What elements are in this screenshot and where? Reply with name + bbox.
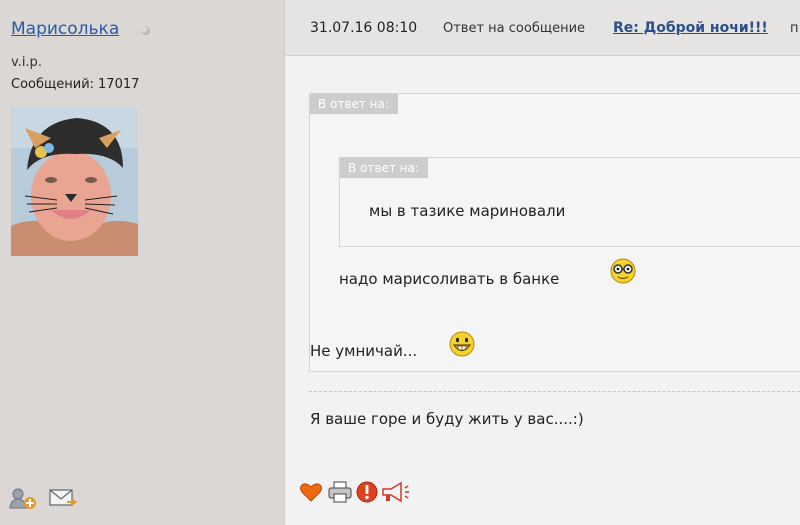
quote-outer-text: надо марисоливать в банке bbox=[339, 270, 560, 288]
message-line-1: Не умничай... bbox=[310, 342, 418, 360]
quote-label-inner: В ответ на: bbox=[340, 158, 428, 178]
thread-link[interactable]: Re: Доброй ночи!!! bbox=[613, 20, 768, 36]
user-sidebar: Марисолька v.i.p. Сообщений: 17017 bbox=[0, 0, 285, 525]
quote-block-inner: В ответ на: мы в тазике мариновали bbox=[339, 157, 800, 247]
user-rank: v.i.p. bbox=[11, 55, 42, 70]
add-friend-icon[interactable] bbox=[9, 487, 37, 511]
post-count-label: Сообщений: bbox=[11, 77, 95, 92]
quote-label: В ответ на: bbox=[310, 94, 398, 114]
online-status-icon bbox=[141, 26, 150, 35]
post-date: 31.07.16 08:10 bbox=[310, 20, 418, 36]
reply-prefix: Ответ на сообщение bbox=[443, 21, 586, 36]
megaphone-icon[interactable] bbox=[381, 480, 411, 504]
report-icon[interactable] bbox=[355, 480, 379, 504]
private-message-icon[interactable] bbox=[49, 487, 78, 511]
quote-block-outer: В ответ на: В ответ на: мы в тазике мари… bbox=[309, 93, 800, 372]
post-count-value: 17017 bbox=[98, 77, 140, 92]
print-icon[interactable] bbox=[327, 480, 353, 504]
post-count: Сообщений: 17017 bbox=[11, 77, 139, 92]
nerd-smiley-icon bbox=[608, 257, 638, 289]
message-divider bbox=[309, 391, 800, 392]
post-body: В ответ на: В ответ на: мы в тазике мари… bbox=[285, 56, 800, 525]
avatar-image bbox=[11, 108, 138, 256]
heart-icon[interactable] bbox=[299, 480, 323, 504]
header-truncated-text: п bbox=[790, 21, 799, 36]
post-header: 31.07.16 08:10 Ответ на сообщение Re: До… bbox=[285, 0, 800, 56]
grin-smiley-icon bbox=[447, 329, 477, 363]
quote-inner-text: мы в тазике мариновали bbox=[369, 202, 566, 220]
avatar[interactable] bbox=[11, 108, 138, 256]
username-link[interactable]: Марисолька bbox=[11, 19, 119, 39]
message-line-2: Я ваше горе и буду жить у вас....:) bbox=[310, 410, 584, 428]
